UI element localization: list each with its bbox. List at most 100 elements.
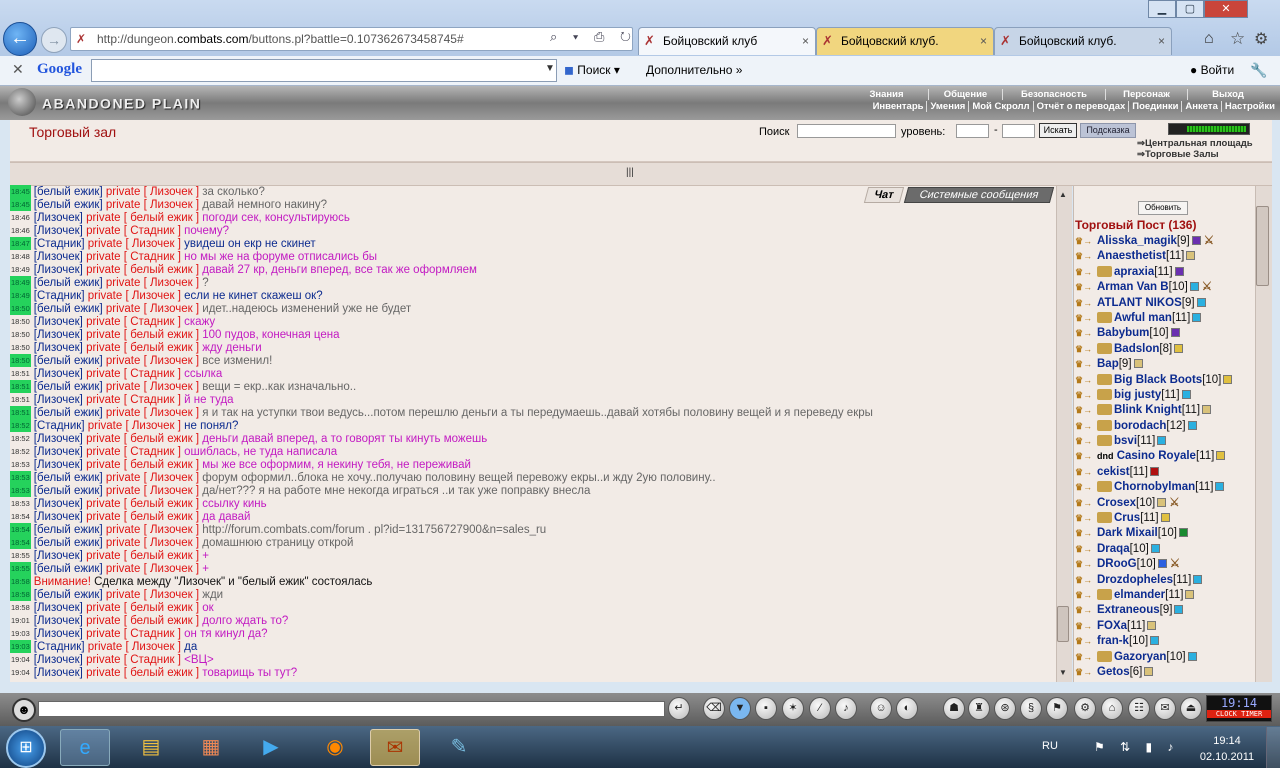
tab-fight-club-2[interactable]: ✗ Бойцовский клуб. ×: [816, 27, 994, 55]
chat-recipient[interactable]: [ Лизочек ]: [140, 589, 202, 601]
chat-recipient[interactable]: [ белый ежик ]: [121, 342, 203, 354]
info-icon[interactable]: [1174, 605, 1184, 615]
player-name[interactable]: cekist: [1097, 466, 1130, 478]
chat-recipient[interactable]: [ Лизочек ]: [140, 381, 202, 393]
crown-icon[interactable]: ♛→: [1075, 326, 1097, 341]
menu-scroll[interactable]: Мой Скролл: [969, 101, 1034, 112]
close-window-icon[interactable]: ✕: [1204, 0, 1248, 18]
star-icon[interactable]: ☆: [1230, 29, 1245, 49]
info-icon[interactable]: [1149, 466, 1159, 476]
player-name[interactable]: Dark Mixail: [1097, 527, 1158, 539]
info-icon[interactable]: [1147, 620, 1157, 630]
start-button[interactable]: ⊞: [6, 728, 46, 768]
crown-icon[interactable]: ♛→: [1075, 265, 1097, 280]
music-icon[interactable]: ♪: [835, 697, 857, 720]
player-name[interactable]: ATLANT NIKOS: [1097, 297, 1182, 309]
clan-icon[interactable]: [1097, 265, 1112, 277]
info-icon[interactable]: [1216, 451, 1226, 461]
player-name[interactable]: Arman Van B: [1097, 281, 1169, 293]
crown-icon[interactable]: ♛→: [1075, 373, 1097, 388]
tray-time[interactable]: 19:14: [1198, 735, 1256, 747]
chat-recipient[interactable]: [ Лизочек ]: [122, 238, 184, 250]
chat-time[interactable]: 18:53: [10, 484, 31, 497]
user-icon[interactable]: ☗: [943, 697, 965, 720]
chat-sender[interactable]: [белый ежик]: [34, 199, 106, 211]
exit-icon[interactable]: ⏏: [1180, 697, 1202, 720]
more-button[interactable]: Дополнительно »: [646, 63, 742, 77]
wrench-icon[interactable]: ⚙: [1254, 29, 1268, 49]
chat-recipient[interactable]: [ белый ежик ]: [121, 511, 203, 523]
chat-recipient[interactable]: [ Лизочек ]: [140, 355, 202, 367]
crown-icon[interactable]: ♛→: [1075, 650, 1097, 665]
chat-time[interactable]: 19:04: [10, 653, 31, 666]
clan-icon[interactable]: [1097, 435, 1112, 447]
forward-button[interactable]: →: [41, 27, 67, 53]
menu-character[interactable]: Персонаж: [1106, 89, 1188, 100]
info-icon[interactable]: [1192, 312, 1202, 322]
crown-icon[interactable]: ♛→: [1075, 249, 1097, 264]
chat-time[interactable]: 18:50: [10, 315, 31, 328]
player-row[interactable]: ♛→ big justy[11]: [1075, 388, 1257, 403]
chat-recipient[interactable]: [ Стадник ]: [121, 446, 185, 458]
chat-sender[interactable]: [белый ежик]: [34, 277, 106, 289]
players-scroll-thumb[interactable]: [1256, 206, 1269, 286]
player-name[interactable]: Big Black Boots: [1114, 374, 1202, 386]
login-button[interactable]: ● Войти: [1190, 63, 1234, 77]
player-name[interactable]: Blink Knight: [1114, 404, 1182, 416]
chat-sender[interactable]: [белый ежик]: [34, 407, 106, 419]
chat-time[interactable]: 18:53: [10, 458, 31, 471]
crown-icon[interactable]: ♛→: [1075, 588, 1097, 603]
chat-time[interactable]: 19:01: [10, 614, 31, 627]
chat-time[interactable]: 18:54: [10, 510, 31, 523]
tab-close-icon[interactable]: ×: [980, 28, 987, 54]
banner-icon[interactable]: ⚑: [1046, 697, 1068, 720]
google-search-button[interactable]: ◼ Поиск ▾: [564, 63, 620, 77]
player-name[interactable]: Badslon: [1114, 343, 1159, 355]
player-row[interactable]: ♛→ Drozdopheles[11]: [1075, 573, 1257, 588]
chat-time[interactable]: 18:50: [10, 328, 31, 341]
tray-date[interactable]: 02.10.2011: [1198, 751, 1256, 763]
crown-icon[interactable]: ♛→: [1075, 496, 1097, 511]
message-icon[interactable]: ✉: [1154, 697, 1176, 720]
chat-sender[interactable]: [Стадник]: [34, 641, 88, 653]
chat-sender[interactable]: [Стадник]: [34, 420, 88, 432]
crown-icon[interactable]: ♛→: [1075, 573, 1097, 588]
menu-settings[interactable]: Настройки: [1222, 101, 1278, 112]
crown-icon[interactable]: ♛→: [1075, 296, 1097, 311]
info-icon[interactable]: [1150, 636, 1160, 646]
tab-close-icon[interactable]: ×: [802, 28, 809, 54]
clan-icon[interactable]: [1097, 373, 1112, 385]
ie-icon[interactable]: e: [60, 729, 110, 766]
chat-time[interactable]: 18:51: [10, 367, 31, 380]
chat-time[interactable]: 18:49: [10, 289, 31, 302]
chat-scroll-thumb[interactable]: [1057, 606, 1069, 642]
info-icon[interactable]: [1174, 266, 1184, 276]
info-icon[interactable]: [1196, 297, 1206, 307]
crown-icon[interactable]: ♛→: [1075, 542, 1097, 557]
chat-time[interactable]: 18:45: [10, 198, 31, 211]
info-icon[interactable]: [1133, 359, 1143, 369]
chat-time[interactable]: 18:55: [10, 562, 31, 575]
menu-skills[interactable]: Умения: [927, 101, 970, 112]
chat-recipient[interactable]: [ Стадник ]: [121, 628, 185, 640]
home-icon[interactable]: ⌂: [1204, 30, 1214, 48]
player-row[interactable]: ♛→ Crus[11]: [1075, 511, 1257, 526]
chat-recipient[interactable]: [ белый ежик ]: [121, 602, 203, 614]
clan-icon[interactable]: [1097, 388, 1112, 400]
player-name[interactable]: Aliss­ka_magik: [1097, 235, 1177, 247]
chat-sender[interactable]: [Лизочек]: [34, 654, 86, 666]
chat-recipient[interactable]: [ Стадник ]: [121, 368, 185, 380]
chat-recipient[interactable]: [ Лизочек ]: [140, 472, 202, 484]
tab-fight-club-3[interactable]: ✗ Бойцовский клуб. ×: [994, 27, 1172, 55]
address-bar[interactable]: http://dungeon.combats.com/buttons.pl?ba…: [70, 27, 633, 51]
media-player-icon[interactable]: ▶: [246, 729, 296, 766]
paint-icon[interactable]: ✎: [434, 729, 484, 766]
chat-time[interactable]: 18:52: [10, 432, 31, 445]
info-icon[interactable]: [1202, 405, 1212, 415]
group-icon[interactable]: ☷: [1128, 697, 1150, 720]
chat-time[interactable]: 18:55: [10, 549, 31, 562]
chat-sender[interactable]: [Лизочек]: [34, 550, 86, 562]
player-row[interactable]: ♛→ Awful man[11]: [1075, 311, 1257, 326]
lock-icon[interactable]: ⌂: [1101, 697, 1123, 720]
menu-security[interactable]: Безопасность: [1003, 89, 1106, 100]
